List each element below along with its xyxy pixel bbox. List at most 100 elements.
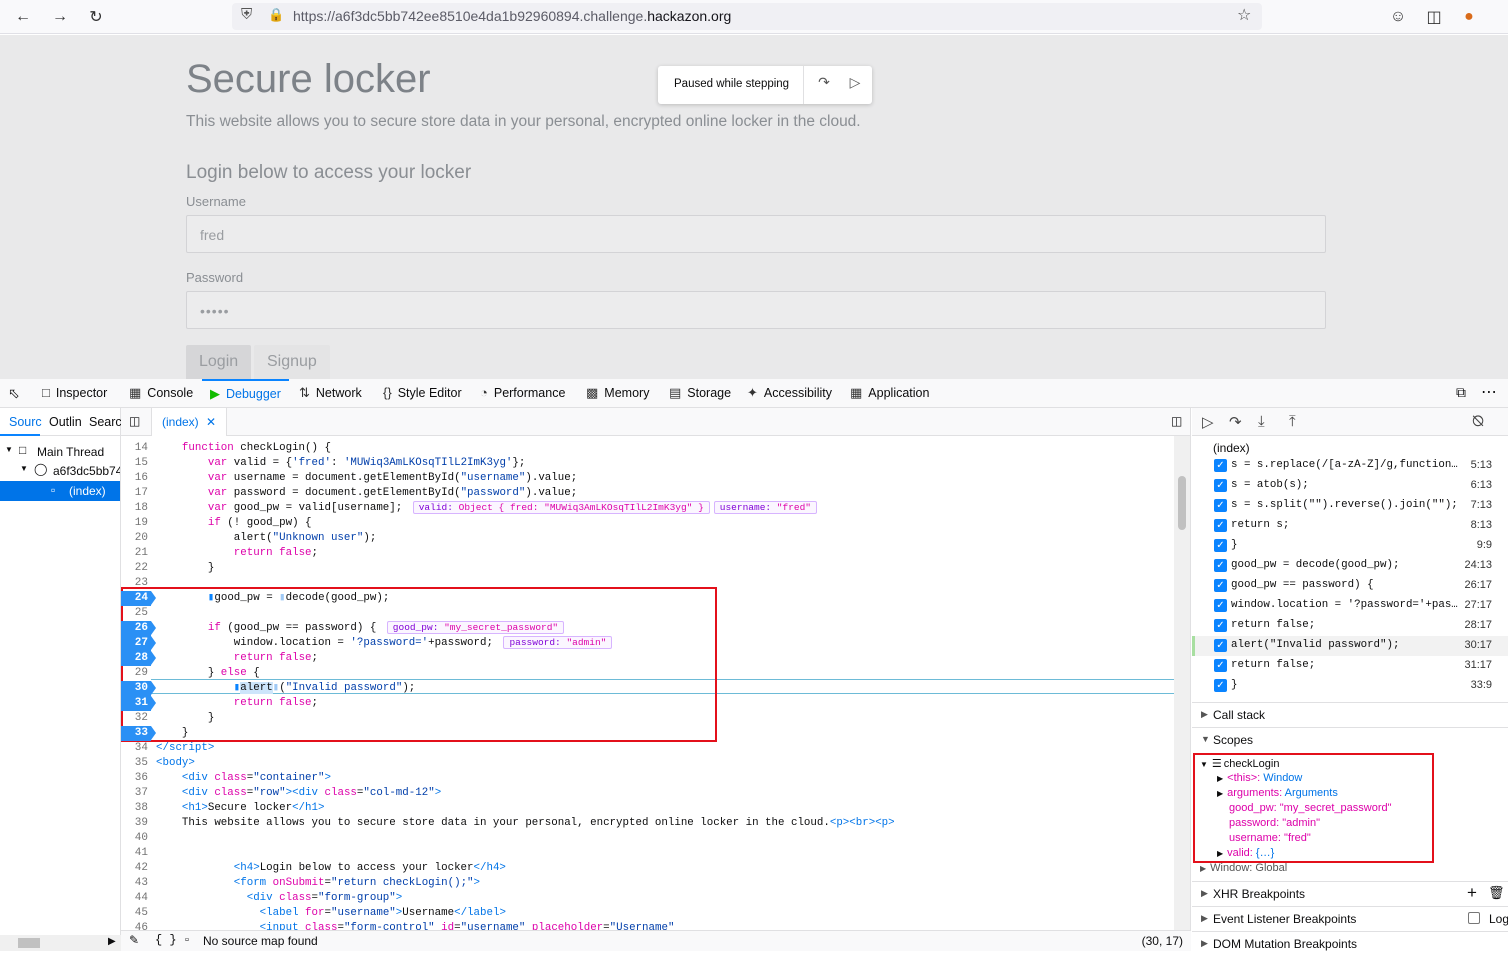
breakpoint-toggle-icon[interactable]: ✎ xyxy=(129,933,139,947)
checkbox[interactable]: ✓ xyxy=(1214,459,1227,472)
tab-application[interactable]: ▦ Application xyxy=(850,379,929,407)
password-label: Password xyxy=(186,270,244,285)
account-icon[interactable]: ☺ xyxy=(1385,4,1411,30)
globe-icon: ◯ xyxy=(34,462,48,476)
performance-icon: ◔ xyxy=(480,385,488,400)
tab-indicator xyxy=(0,434,40,436)
tab-network[interactable]: ⇅ Network xyxy=(299,379,362,407)
toggle-sidebar-icon[interactable]: ◫ xyxy=(129,414,140,428)
debugger-sidepanel: ▷ ↷ ⤓ ⤒ ⦰ (index) ✓ s = s.replace(/[a-zA-… xyxy=(1192,408,1508,951)
step-in-icon[interactable]: ⤓ xyxy=(1258,413,1265,430)
scope-window[interactable]: ▶ Window: Global xyxy=(1200,862,1287,874)
extensions-icon[interactable]: ◫ xyxy=(1421,4,1447,30)
breakpoint-item[interactable]: ✓ good_pw == password) {26:17 xyxy=(1192,576,1508,596)
breakpoints-file: (index) xyxy=(1213,441,1250,455)
trash-icon[interactable]: 🗑 xyxy=(1488,885,1505,901)
breakpoint-item[interactable]: ✓s = s.replace(/[a-zA-Z]/g,function(c){r… xyxy=(1192,456,1508,476)
breakpoint-item[interactable]: ✓ return false; 28:17 xyxy=(1192,616,1508,636)
tab-style-editor[interactable]: {} Style Editor xyxy=(383,379,462,407)
preview-username[interactable]: username: "fred" xyxy=(713,501,818,514)
forward-icon[interactable]: → xyxy=(47,4,73,30)
checkbox[interactable]: ✓ xyxy=(1214,559,1227,572)
paused-overlay: Paused while stepping ↷ ▷ xyxy=(658,66,872,104)
web-page: Secure locker This website allows you to… xyxy=(0,35,1508,379)
storage-icon: ▤ xyxy=(669,385,682,400)
bookmark-star-icon[interactable]: ☆ xyxy=(1237,5,1251,25)
more-options-icon[interactable]: ⋯ xyxy=(1481,382,1497,402)
toggle-right-pane-icon[interactable]: ◫ xyxy=(1171,414,1182,428)
breakpoint-item[interactable]: ✓ return false; 31:17 xyxy=(1192,656,1508,676)
scopes-header[interactable]: ▼ Scopes xyxy=(1192,727,1508,752)
step-out-icon[interactable]: ⤒ xyxy=(1289,413,1296,430)
breakpoint-item[interactable]: ✓ good_pw = decode(good_pw); 24:13 xyxy=(1192,556,1508,576)
tab-storage[interactable]: ▤ Storage xyxy=(669,379,731,407)
step-over-icon[interactable]: ↷ xyxy=(814,74,834,94)
pretty-print-icon[interactable]: { } xyxy=(155,933,177,947)
breakpoint-item[interactable]: ✓ window.location = '?password='+passwor…… xyxy=(1192,596,1508,616)
tree-file-index[interactable]: ▫ (index) xyxy=(0,481,120,501)
preview-valid[interactable]: valid: Object { fred: "MUWiq3AmLKOsqTIlL… xyxy=(412,501,710,514)
checkbox[interactable]: ✓ xyxy=(1214,679,1227,692)
checkbox[interactable]: ✓ xyxy=(1214,539,1227,552)
addon-icon[interactable]: ● xyxy=(1456,4,1482,30)
shield-icon[interactable]: ⛨ xyxy=(241,6,252,23)
username-input[interactable]: fred xyxy=(186,215,1326,253)
close-icon[interactable]: ✕ xyxy=(206,415,216,429)
step-over-icon[interactable]: ↷ xyxy=(1229,413,1242,431)
vertical-scrollbar[interactable] xyxy=(1174,436,1190,930)
tab-debugger[interactable]: ▶ Debugger xyxy=(202,379,289,407)
tree-thread[interactable]: ▼ □ Main Thread xyxy=(0,442,120,462)
tab-inspector[interactable]: □ Inspector xyxy=(42,379,107,407)
resume-icon[interactable]: ▷ xyxy=(845,74,865,94)
login-button[interactable]: Login xyxy=(186,345,252,379)
call-stack-header[interactable]: ▶ Call stack xyxy=(1192,702,1508,727)
back-icon[interactable]: ← xyxy=(10,4,36,30)
checkbox[interactable]: ✓ xyxy=(1214,599,1227,612)
tab-sources[interactable]: Sourc xyxy=(9,415,42,429)
breakpoint-item[interactable]: ✓ return s; 8:13 xyxy=(1192,516,1508,536)
checkbox[interactable]: ✓ xyxy=(1214,619,1227,632)
dom-mutation-header[interactable]: ▶ DOM Mutation Breakpoints xyxy=(1192,931,1508,956)
checkbox[interactable]: ✓ xyxy=(1214,479,1227,492)
url-bar[interactable]: ⛨ 🔒 https://a6f3dc5bb742ee8510e4da1b9296… xyxy=(232,3,1262,30)
breakpoint-item[interactable]: ✓} 9:9 xyxy=(1192,536,1508,556)
checkbox[interactable]: ✓ xyxy=(1214,639,1227,652)
checkbox[interactable]: ✓ xyxy=(1214,579,1227,592)
preview-goodpw[interactable]: good_pw: "my_secret_password" xyxy=(386,621,565,634)
checkbox[interactable]: ✓ xyxy=(1214,519,1227,532)
reload-icon[interactable]: ↻ xyxy=(83,4,109,30)
chevron-right-icon: ▶ xyxy=(1201,938,1208,948)
breakpoint-item[interactable]: ✓ s = atob(s); 6:13 xyxy=(1192,476,1508,496)
source-code[interactable]: 14 function checkLogin() { 15 var valid … xyxy=(121,436,1191,930)
accessibility-icon: ✦ xyxy=(747,385,758,400)
tab-performance[interactable]: ◔ Performance xyxy=(480,379,565,407)
tab-outline[interactable]: Outlin xyxy=(49,415,82,429)
password-input[interactable]: ••••• xyxy=(186,291,1326,329)
signup-button[interactable]: Signup xyxy=(254,345,330,379)
xhr-breakpoints-header[interactable]: ▶ XHR Breakpoints + 🗑 xyxy=(1192,881,1508,906)
resume-icon[interactable]: ▷ xyxy=(1202,413,1214,431)
log-checkbox[interactable] xyxy=(1468,912,1480,924)
editor-tab-index[interactable]: (index) ✕ xyxy=(151,408,228,436)
horizontal-scrollbar[interactable]: ▶ xyxy=(0,935,121,951)
event-listener-header[interactable]: ▶ Event Listener Breakpoints Log xyxy=(1192,906,1508,931)
element-picker-icon[interactable]: ⬁ xyxy=(8,385,20,402)
add-icon[interactable]: + xyxy=(1467,883,1477,903)
deactivate-breakpoints-icon[interactable]: ⦰ xyxy=(1472,413,1484,430)
tab-memory[interactable]: ▩ Memory xyxy=(586,379,649,407)
breakpoint-item-current[interactable]: ✓ alert("Invalid password"); 30:17 xyxy=(1192,636,1508,656)
breakpoint-item[interactable]: ✓ s = s.split("").reverse().join(""); 7:13 xyxy=(1192,496,1508,516)
tab-console[interactable]: ▦ Console xyxy=(129,379,193,407)
dock-icon[interactable]: ⧉ xyxy=(1456,384,1466,401)
checkbox[interactable]: ✓ xyxy=(1214,659,1227,672)
tab-search[interactable]: Searcl xyxy=(89,415,124,429)
breakpoint-item[interactable]: ✓} 33:9 xyxy=(1192,676,1508,696)
tree-host[interactable]: ▼ ◯ a6f3dc5bb74 xyxy=(0,461,120,481)
tab-accessibility[interactable]: ✦ Accessibility xyxy=(747,379,832,407)
devtools-tabbar: ⬁ □ Inspector ▦ Console ▶ Debugger ⇅ Network… xyxy=(0,379,1508,408)
checkbox[interactable]: ✓ xyxy=(1214,499,1227,512)
lock-icon[interactable]: 🔒 xyxy=(268,7,284,23)
preview-password[interactable]: password: "admin" xyxy=(503,636,613,649)
sources-pane: Sourc Outlin Searcl ▼ □ Main Thread ▼ ◯ a6f3… xyxy=(0,408,124,951)
url-text[interactable]: https://a6f3dc5bb742ee8510e4da1b92960894… xyxy=(293,8,731,24)
